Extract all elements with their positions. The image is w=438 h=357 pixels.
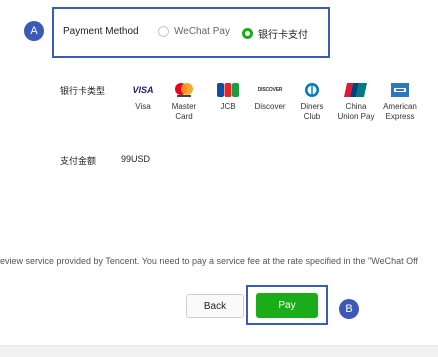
card-brand-name: Master Card <box>171 102 197 121</box>
annotation-marker-b: B <box>339 299 359 319</box>
jcb-icon <box>216 82 240 98</box>
amount-value: 99USD <box>121 154 151 164</box>
amount-label: 支付金额 <box>60 156 97 166</box>
footer-bar <box>0 345 438 357</box>
card-brand-diners-club: Diners Club <box>292 82 332 122</box>
card-brand-name: Diners Club <box>300 102 324 121</box>
diners-club-icon <box>300 82 324 98</box>
annotation-marker-a: A <box>24 21 44 41</box>
unionpay-icon <box>344 82 368 98</box>
card-type-label: 银行卡类型 <box>60 86 106 96</box>
card-brand-name: Discover <box>254 102 286 111</box>
card-brand-visa: VISA Visa <box>123 82 163 112</box>
card-brand-discover: DISCOVER Discover <box>250 82 290 112</box>
visa-icon: VISA <box>132 85 154 95</box>
payment-method-label: Payment Method <box>63 26 139 37</box>
discover-icon: DISCOVER <box>257 87 283 93</box>
card-brand-name: Visa <box>135 102 151 111</box>
radio-unchecked-icon[interactable] <box>158 26 169 37</box>
card-brand-name: JCB <box>220 102 236 111</box>
card-brand-mastercard: Master Card <box>164 82 204 122</box>
mastercard-icon <box>172 82 196 98</box>
back-button[interactable]: Back <box>186 294 244 318</box>
wechat-pay-label: WeChat Pay <box>174 26 230 37</box>
card-brand-jcb: JCB <box>208 82 248 112</box>
wechat-pay-option[interactable]: WeChat Pay <box>158 26 230 37</box>
card-brand-american-express: American Express <box>380 82 420 122</box>
amex-icon <box>388 82 412 98</box>
card-brand-name: American Express <box>383 102 417 121</box>
bank-card-label: 银行卡支付 <box>258 30 308 41</box>
card-brand-name: China Union Pay <box>337 102 375 121</box>
service-notice-text: eview service provided by Tencent. You n… <box>0 256 418 266</box>
card-brand-unionpay: China Union Pay <box>336 82 376 122</box>
radio-checked-icon[interactable] <box>242 28 253 39</box>
bank-card-option[interactable]: 银行卡支付 <box>242 26 308 41</box>
pay-button[interactable]: Pay <box>256 293 318 318</box>
